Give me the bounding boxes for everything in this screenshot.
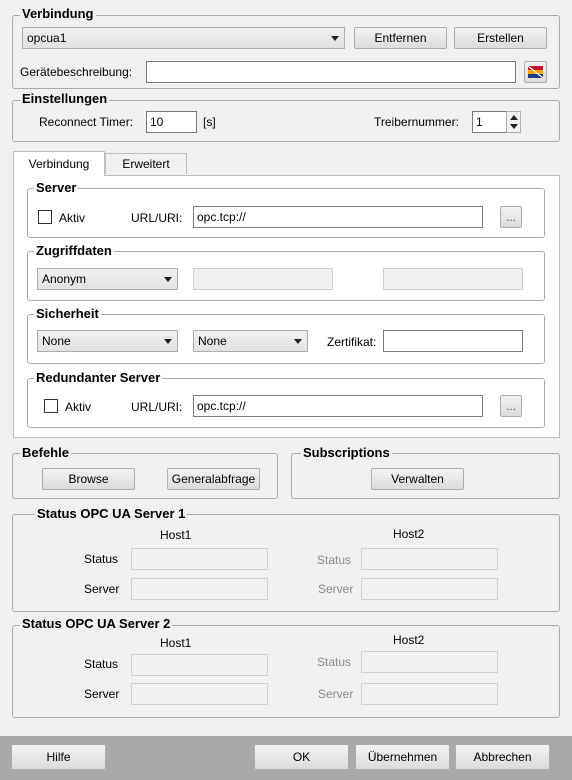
befehle-legend: Befehle [20,445,71,460]
status2-host1-status-label: Status [84,657,119,671]
security-policy-value: None [42,334,71,348]
arrow-down-icon[interactable] [510,124,518,129]
reconnect-unit-label: [s] [203,115,216,129]
status1-host2-server-field [361,578,498,600]
status-server1-legend: Status OPC UA Server 1 [35,506,188,521]
redundant-server-legend: Redundanter Server [34,370,163,385]
certificate-field[interactable] [383,330,523,352]
zugriffdaten-legend: Zugriffdaten [34,243,114,258]
arrow-up-icon[interactable] [510,115,518,120]
flag-icon [528,66,543,78]
chevron-down-icon [294,339,302,344]
security-mode-select[interactable]: None [193,330,308,352]
server-url-browse-button[interactable]: ... [500,206,522,228]
status1-host1-status-label: Status [84,552,119,566]
chevron-down-icon [164,277,172,282]
status2-host1-server-label: Server [84,687,120,701]
sicherheit-legend: Sicherheit [34,306,101,321]
chevron-down-icon [164,339,172,344]
help-button[interactable]: Hilfe [11,744,106,770]
reconnect-timer-label: Reconnect Timer: [39,115,134,129]
status2-host2-server-label: Server [318,687,354,701]
certificate-label: Zertifikat: [327,335,377,349]
subscriptions-legend: Subscriptions [301,445,392,460]
einstellungen-legend: Einstellungen [20,91,110,106]
server-active-label: Aktiv [59,211,86,225]
remove-button[interactable]: Entfernen [354,27,447,49]
status1-host1-server-label: Server [84,582,120,596]
status1-host1-server-field [131,578,268,600]
device-description-label: Gerätebeschreibung: [20,65,133,79]
redundant-url-browse-button[interactable]: ... [500,395,522,417]
cancel-button[interactable]: Abbrechen [455,744,550,770]
reconnect-timer-field[interactable]: 10 [146,111,197,133]
status2-host2-status-field [361,651,498,673]
connection-select-value: opcua1 [27,31,67,45]
status2-host1-header: Host1 [160,636,192,650]
status2-host2-header: Host2 [393,633,425,647]
status1-host2-header: Host2 [393,527,425,541]
status-server2-legend: Status OPC UA Server 2 [20,616,173,631]
create-button[interactable]: Erstellen [454,27,547,49]
verbindung-legend: Verbindung [20,6,96,21]
server-active-checkbox[interactable] [38,210,52,224]
status1-host2-status-label: Status [317,553,352,567]
status2-host1-status-field [131,654,268,676]
username-field [193,268,333,290]
status2-host2-server-field [361,683,498,705]
general-query-button[interactable]: Generalabfrage [167,468,260,490]
chevron-down-icon [331,36,339,41]
security-mode-value: None [198,334,227,348]
redundant-url-label: URL/URI: [131,400,183,414]
status1-host2-server-label: Server [318,582,354,596]
status2-host2-status-label: Status [317,655,352,669]
redundant-url-field[interactable]: opc.tcp:// [193,395,483,417]
driver-number-field[interactable]: 1 [472,111,507,133]
security-policy-select[interactable]: None [37,330,178,352]
driver-number-label: Treibernummer: [374,115,459,129]
status2-host1-server-field [131,683,268,705]
password-field [383,268,523,290]
server-legend: Server [34,180,79,195]
server-url-label: URL/URI: [131,211,183,225]
tab-verbindung[interactable]: Verbindung [13,151,105,176]
connection-select[interactable]: opcua1 [22,27,345,49]
redundant-active-checkbox[interactable] [44,399,58,413]
device-description-field[interactable] [146,61,516,83]
status1-host1-status-field [131,548,268,570]
driver-number-stepper[interactable] [506,111,521,133]
manage-subscriptions-button[interactable]: Verwalten [371,468,464,490]
status1-host2-status-field [361,548,498,570]
auth-mode-value: Anonym [42,272,87,286]
browse-button[interactable]: Browse [42,468,135,490]
redundant-active-label: Aktiv [65,400,92,414]
server-url-field[interactable]: opc.tcp:// [193,206,483,228]
ok-button[interactable]: OK [254,744,349,770]
status1-host1-header: Host1 [160,528,192,542]
auth-mode-select[interactable]: Anonym [37,268,178,290]
tab-erweitert[interactable]: Erweitert [105,153,187,174]
apply-button[interactable]: Übernehmen [355,744,450,770]
language-flag-button[interactable] [524,61,547,83]
